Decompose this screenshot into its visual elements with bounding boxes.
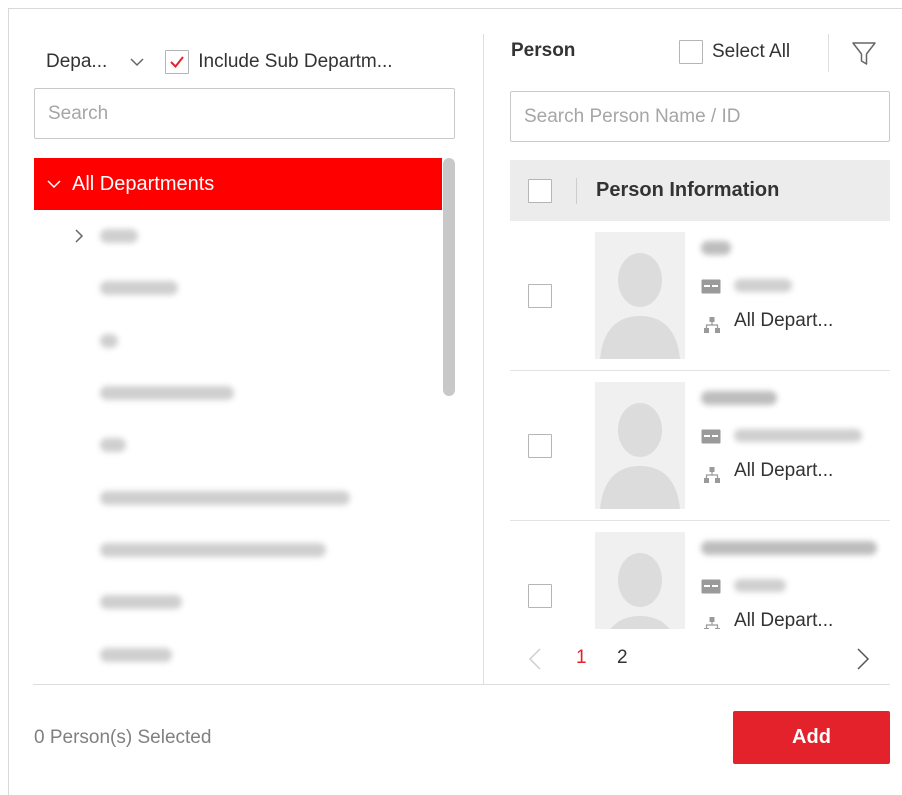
- person-silhouette-icon: [600, 253, 680, 359]
- person-row[interactable]: All Depart...: [510, 221, 890, 371]
- column-header-person-information: Person Information: [596, 179, 780, 201]
- page-2-button[interactable]: 2: [617, 647, 628, 669]
- tree-item[interactable]: [34, 471, 442, 523]
- chevron-down-icon: [130, 58, 144, 67]
- person-avatar: [595, 232, 685, 359]
- redacted-person-name: [701, 541, 877, 555]
- include-sub-department-label: Include Sub Departm...: [198, 51, 393, 72]
- person-avatar: [595, 532, 685, 629]
- tree-item[interactable]: [34, 576, 442, 628]
- person-search-input[interactable]: [510, 91, 890, 142]
- person-row-checkbox[interactable]: [528, 434, 552, 458]
- chevron-right-icon[interactable]: [856, 647, 870, 671]
- org-chart-icon: [704, 317, 720, 333]
- redacted-department-name: [100, 333, 118, 348]
- person-silhouette-icon: [610, 553, 670, 629]
- person-row[interactable]: All Depart...: [510, 521, 890, 629]
- department-select-label: Depa...: [46, 51, 108, 72]
- left-header: Depa... Include Sub Departm...: [46, 48, 393, 76]
- department-search-input[interactable]: [34, 88, 455, 139]
- org-chart-icon: [704, 617, 720, 629]
- person-row[interactable]: All Depart...: [510, 371, 890, 521]
- tree-item-label: All Departments: [72, 172, 215, 195]
- id-card-icon: [701, 279, 721, 294]
- redacted-department-name: [100, 595, 182, 610]
- filter-icon[interactable]: [851, 40, 877, 68]
- chevron-down-icon: [47, 180, 61, 189]
- tree-item[interactable]: [34, 315, 442, 367]
- select-all-toggle[interactable]: Select All: [679, 40, 790, 64]
- redacted-department-name: [100, 542, 326, 557]
- person-department: All Depart...: [734, 460, 834, 481]
- person-department: All Depart...: [734, 610, 834, 629]
- chevron-right-icon[interactable]: [72, 228, 86, 244]
- column-separator: [576, 177, 577, 204]
- header-select-checkbox[interactable]: [528, 178, 552, 203]
- tree-scrollbar[interactable]: [443, 158, 455, 396]
- tree-item[interactable]: [34, 210, 442, 262]
- include-sub-department-toggle[interactable]: Include Sub Departm...: [165, 50, 393, 74]
- add-button[interactable]: Add: [733, 711, 890, 764]
- person-avatar: [595, 382, 685, 509]
- pagination: 1 2: [510, 641, 890, 677]
- include-sub-department-checkbox[interactable]: [165, 50, 190, 74]
- redacted-department-name: [100, 647, 172, 662]
- header-divider: [828, 34, 829, 72]
- redacted-department-name: [100, 386, 234, 401]
- redacted-department-name: [100, 229, 138, 244]
- redacted-department-name: [100, 281, 178, 296]
- redacted-department-name: [100, 490, 350, 505]
- select-all-label: Select All: [712, 41, 791, 62]
- selected-count-text: 0 Person(s) Selected: [34, 727, 212, 748]
- tree-item[interactable]: [34, 367, 442, 419]
- person-silhouette-icon: [600, 403, 680, 509]
- select-all-checkbox[interactable]: [679, 40, 703, 64]
- pane-divider: [483, 34, 484, 684]
- id-card-icon: [701, 579, 721, 594]
- person-panel-title: Person: [511, 40, 576, 61]
- person-row-checkbox[interactable]: [528, 284, 552, 308]
- department-select[interactable]: Depa...: [46, 51, 145, 73]
- checkmark-icon: [170, 56, 185, 69]
- redacted-person-id: [734, 579, 786, 592]
- chevron-left-icon[interactable]: [528, 647, 542, 671]
- person-list: All Depart... All Depart... All Depart..…: [510, 221, 890, 629]
- person-table-header: Person Information: [510, 160, 890, 221]
- footer-divider: [33, 684, 890, 685]
- page-1-button[interactable]: 1: [576, 647, 587, 669]
- redacted-department-name: [100, 438, 126, 453]
- redacted-person-id: [734, 279, 792, 292]
- department-tree: All Departments: [34, 158, 442, 676]
- redacted-person-id: [734, 429, 862, 442]
- tree-item-all-departments[interactable]: All Departments: [34, 158, 442, 210]
- id-card-icon: [701, 429, 721, 444]
- tree-item[interactable]: [34, 262, 442, 314]
- org-chart-icon: [704, 467, 720, 483]
- redacted-person-name: [701, 241, 731, 255]
- redacted-person-name: [701, 391, 777, 405]
- tree-item[interactable]: [34, 524, 442, 576]
- person-department: All Depart...: [734, 310, 834, 331]
- person-row-checkbox[interactable]: [528, 584, 552, 608]
- tree-item[interactable]: [34, 419, 442, 471]
- tree-item[interactable]: [34, 628, 442, 676]
